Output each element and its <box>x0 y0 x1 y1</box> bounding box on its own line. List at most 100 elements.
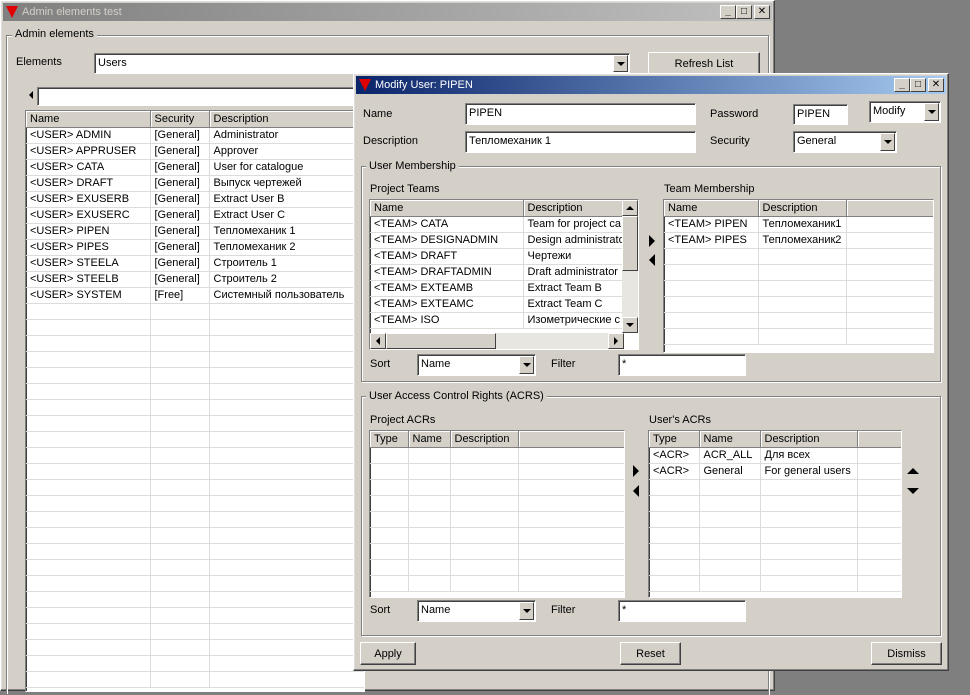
maximize-button[interactable]: □ <box>736 5 752 19</box>
column-header-description[interactable]: Description <box>450 431 519 448</box>
security-select[interactable]: General <box>793 131 897 153</box>
table-row[interactable]: <TEAM> DRAFT Чертежи <box>370 248 623 265</box>
description-field[interactable]: Тепломеханик 1 <box>465 131 696 153</box>
add-acr-arrow-icon[interactable] <box>633 465 639 477</box>
table-row[interactable]: <TEAM> CATA Team for project ca <box>370 216 623 233</box>
elements-select[interactable]: Users <box>94 53 630 74</box>
close-button[interactable]: ✕ <box>754 5 770 19</box>
table-row <box>649 575 901 592</box>
table-row[interactable]: <USER> STEELA [General] Строитель 1 <box>26 255 364 272</box>
column-header-description[interactable]: Description <box>209 111 364 128</box>
table-row[interactable]: <TEAM> EXTEAMB Extract Team B <box>370 280 623 297</box>
apply-button[interactable]: Apply <box>360 642 416 665</box>
scroll-left-icon[interactable] <box>29 91 33 99</box>
dialog-titlebar[interactable]: Modify User: PIPEN _ □ ✕ <box>356 76 946 94</box>
project-teams-vscrollbar[interactable] <box>622 200 638 333</box>
table-row[interactable]: <USER> CATA [General] User for catalogue <box>26 159 364 176</box>
scroll-down-button[interactable] <box>622 317 638 333</box>
add-team-arrow-icon[interactable] <box>649 235 655 247</box>
table-row <box>370 447 624 464</box>
minimize-button[interactable]: _ <box>894 78 910 92</box>
table-row[interactable]: <TEAM> DRAFTADMIN Draft administrator <box>370 264 623 281</box>
column-header-description[interactable]: Description <box>758 200 847 217</box>
table-row[interactable]: <USER> DRAFT [General] Выпуск чертежей <box>26 175 364 192</box>
table-row <box>26 495 364 512</box>
scroll-up-button[interactable] <box>622 200 638 216</box>
password-field[interactable]: PIPEN <box>793 104 848 125</box>
column-header-name[interactable]: Name <box>664 200 759 217</box>
main-titlebar[interactable]: Admin elements test _ □ ✕ <box>3 3 772 21</box>
table-row[interactable]: <TEAM> PIPES Тепломеханик2 <box>664 232 933 249</box>
table-row[interactable]: <USER> PIPES [General] Тепломеханик 2 <box>26 239 364 256</box>
move-up-arrow-icon[interactable] <box>907 468 919 474</box>
acrs-sort-select[interactable]: Name <box>417 600 536 622</box>
column-header-description[interactable]: Description <box>760 431 858 448</box>
minimize-button[interactable]: _ <box>720 5 736 19</box>
table-row <box>370 463 624 480</box>
table-row[interactable]: <TEAM> EXTEAMC Extract Team C <box>370 296 623 313</box>
column-header-type[interactable]: Type <box>370 431 409 448</box>
team-membership-table: Name Description <TEAM> PIPEN Тепломехани… <box>663 199 934 353</box>
refresh-list-button[interactable]: Refresh List <box>648 52 760 75</box>
search-field[interactable] <box>37 87 367 106</box>
move-down-arrow-icon[interactable] <box>907 488 919 494</box>
table-row[interactable]: <USER> ADMIN [General] Administrator <box>26 127 364 144</box>
cell-description: Выпуск чертежей <box>209 175 364 192</box>
table-row <box>664 280 933 297</box>
chevron-down-icon[interactable] <box>519 356 534 374</box>
table-row <box>26 527 364 544</box>
remove-team-arrow-icon[interactable] <box>649 254 655 266</box>
cell-description: Draft administrator <box>523 264 623 281</box>
column-header-description[interactable]: Description <box>523 200 623 217</box>
membership-sort-select[interactable]: Name <box>417 354 536 376</box>
table-row[interactable]: <USER> EXUSERB [General] Extract User B <box>26 191 364 208</box>
table-row[interactable]: <ACR> General For general users <box>649 463 901 480</box>
column-header-type[interactable]: Type <box>649 431 700 448</box>
mode-select-value: Modify <box>873 105 906 117</box>
users-table: Name Security Description <USER> ADMIN [G… <box>25 110 365 692</box>
table-row <box>370 495 624 512</box>
project-teams-hscrollbar[interactable] <box>370 333 624 349</box>
dismiss-button[interactable]: Dismiss <box>871 642 942 665</box>
table-row[interactable]: <TEAM> PIPEN Тепломеханик1 <box>664 216 933 233</box>
reset-button[interactable]: Reset <box>620 642 681 665</box>
mode-select[interactable]: Modify <box>869 101 941 123</box>
scroll-left-button[interactable] <box>370 333 386 349</box>
column-header-security[interactable]: Security <box>150 111 210 128</box>
chevron-down-icon[interactable] <box>519 602 534 620</box>
table-row[interactable]: <TEAM> DESIGNADMIN Design administrato <box>370 232 623 249</box>
column-header-name[interactable]: Name <box>408 431 451 448</box>
table-row[interactable]: <USER> STEELB [General] Строитель 2 <box>26 271 364 288</box>
chevron-down-icon[interactable] <box>924 103 939 121</box>
cell-name: <USER> PIPEN <box>26 223 151 240</box>
scroll-thumb[interactable] <box>386 333 496 349</box>
cell-description: Строитель 1 <box>209 255 364 272</box>
column-header-name[interactable]: Name <box>370 200 524 217</box>
membership-filter-field[interactable]: * <box>618 354 746 376</box>
cell-name: <USER> EXUSERB <box>26 191 151 208</box>
close-button[interactable]: ✕ <box>928 78 944 92</box>
table-row[interactable]: <ACR> ACR_ALL Для всех <box>649 447 901 464</box>
maximize-button[interactable]: □ <box>910 78 926 92</box>
cell-security: [General] <box>150 271 210 288</box>
table-row[interactable]: <USER> PIPEN [General] Тепломеханик 1 <box>26 223 364 240</box>
table-row[interactable]: <USER> SYSTEM [Free] Системный пользовател… <box>26 287 364 304</box>
remove-acr-arrow-icon[interactable] <box>633 485 639 497</box>
table-row <box>26 447 364 464</box>
table-row[interactable]: <USER> APPRUSER [General] Approver <box>26 143 364 160</box>
chevron-down-icon[interactable] <box>613 55 628 72</box>
scroll-right-button[interactable] <box>608 333 624 349</box>
cell-description: Extract User C <box>209 207 364 224</box>
column-header-name[interactable]: Name <box>699 431 761 448</box>
table-row[interactable]: <TEAM> ISO Изометрические с <box>370 312 623 329</box>
user-membership-group-label: User Membership <box>366 160 459 172</box>
chevron-down-icon[interactable] <box>880 133 895 151</box>
table-row <box>26 319 364 336</box>
table-row[interactable]: <USER> EXUSERC [General] Extract User C <box>26 207 364 224</box>
cell-description: Строитель 2 <box>209 271 364 288</box>
acrs-filter-field[interactable]: * <box>618 600 746 622</box>
column-header-name[interactable]: Name <box>26 111 151 128</box>
cell-security: [General] <box>150 175 210 192</box>
scroll-thumb[interactable] <box>622 216 638 271</box>
name-field[interactable]: PIPEN <box>465 103 696 125</box>
